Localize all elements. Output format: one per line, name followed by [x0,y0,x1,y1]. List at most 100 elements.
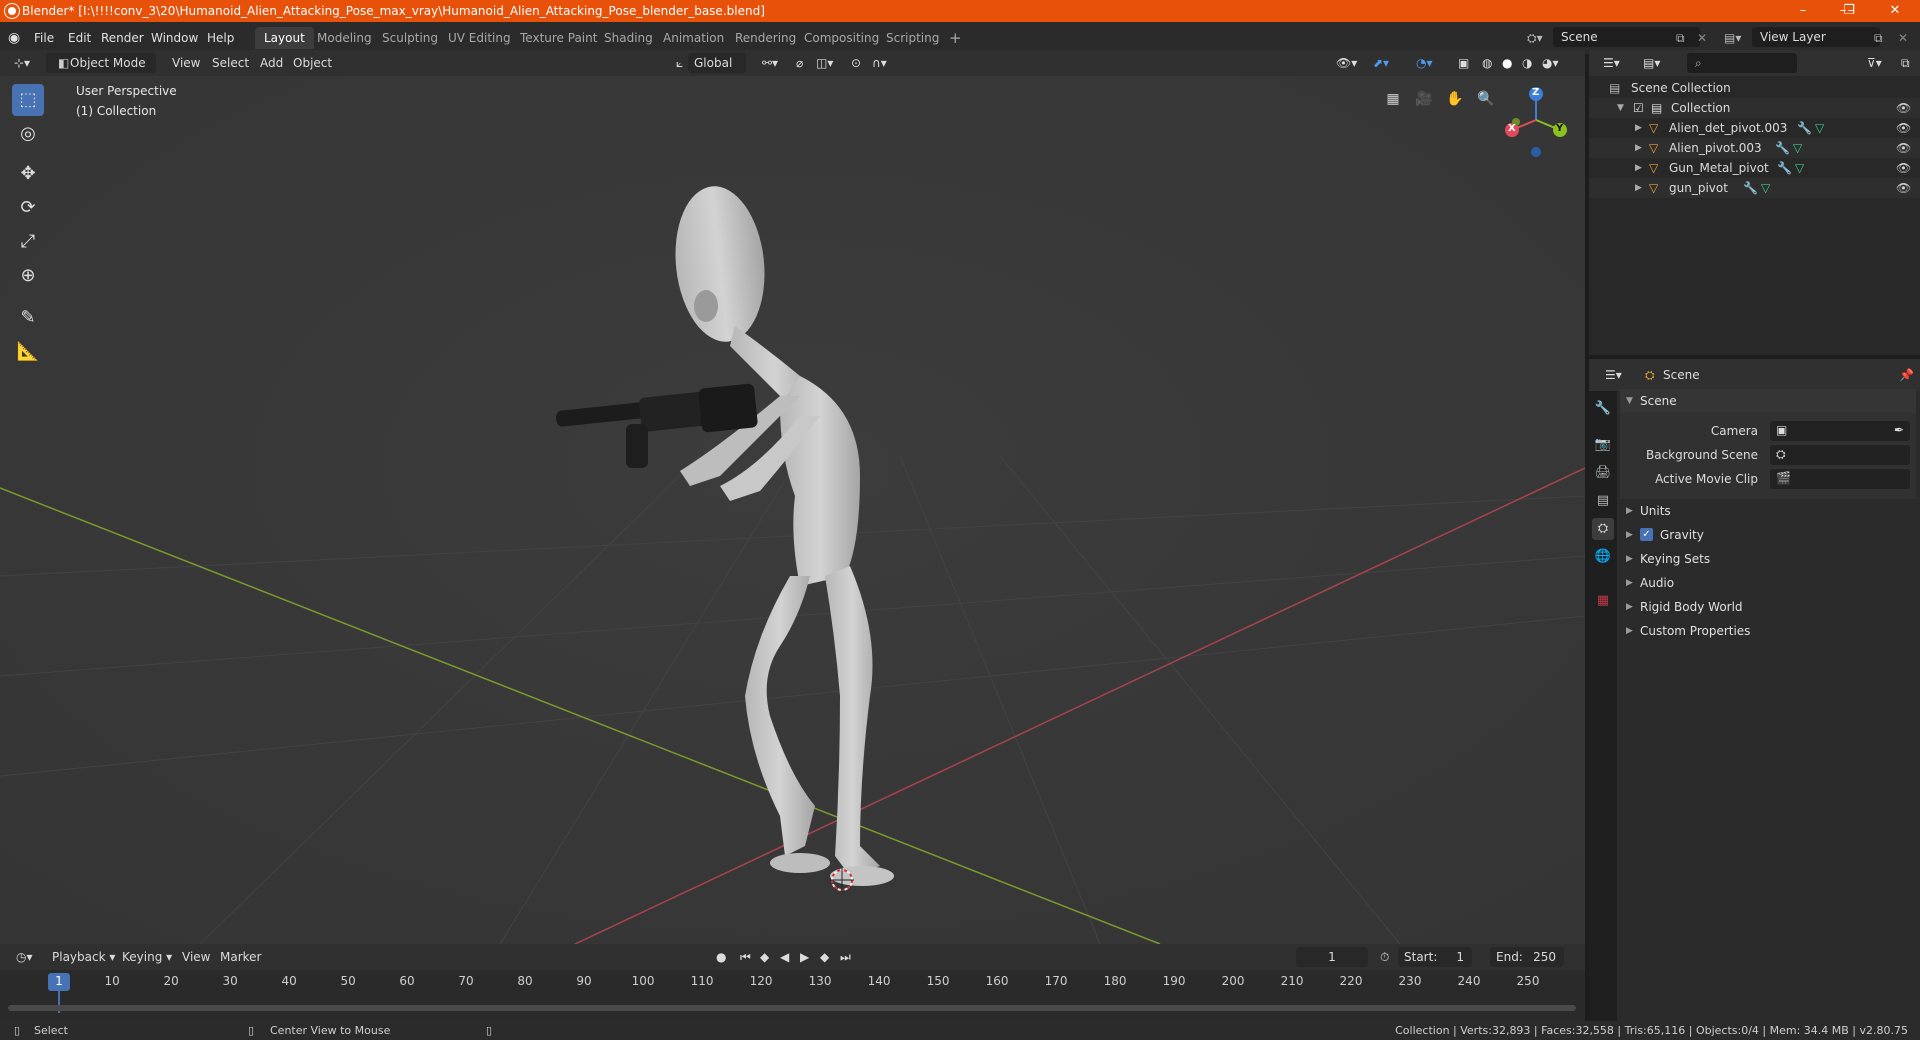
view-layer-tab-icon[interactable]: ▤ [1592,490,1614,512]
delete-scene-icon[interactable]: ✕ [1697,29,1707,47]
falloff-icon[interactable]: ∩▾ [866,53,893,73]
proportional-edit-icon[interactable]: ⊙ [845,53,867,73]
eye-icon[interactable]: 👁 [1896,98,1911,118]
custom-properties-section[interactable]: ▶ Custom Properties [1620,619,1916,643]
timeline-scrollbar[interactable] [8,1005,1576,1011]
prev-keyframe-icon[interactable]: ◆ [754,947,775,967]
tab-shading[interactable]: Shading [595,27,662,49]
delete-view-layer-icon[interactable]: ✕ [1898,29,1908,47]
zoom-icon[interactable]: 🔍 [1473,86,1499,112]
menu-object[interactable]: Object [287,53,338,73]
menu-help[interactable]: Help [207,29,234,47]
visibility-icon[interactable]: 👁▾ [1330,53,1363,73]
outliner-row-object[interactable]: ▶ ▽ Alien_pivot.003 🔧 ▽ 👁 [1589,138,1920,158]
tab-texture-paint[interactable]: Texture Paint [511,27,606,49]
keying-menu[interactable]: Keying ▾ [116,947,178,967]
audio-section[interactable]: ▶ Audio [1620,571,1916,595]
grid-view-icon[interactable]: ▦ [1380,86,1406,112]
tab-scripting[interactable]: Scripting [877,27,948,49]
measure-tool[interactable]: 📐 [12,336,44,368]
maximize-button[interactable]: ❐ [1826,0,1872,22]
expand-arrow-icon[interactable]: ▶ [1635,138,1642,158]
menu-select[interactable]: Select [206,53,255,73]
expand-arrow-icon[interactable]: ▼ [1617,98,1624,118]
pivot-point-icon[interactable]: ⚯▾ [756,53,784,73]
eyedropper-icon[interactable]: ✒ [1894,423,1904,437]
overlay-toggle-icon[interactable]: ◔▾ [1410,53,1439,73]
play-icon[interactable]: ▶ [794,947,815,967]
eye-icon[interactable]: 👁 [1896,158,1911,178]
current-frame-field[interactable]: 1 [1296,947,1368,967]
close-button[interactable]: ✕ [1872,0,1918,22]
render-tab-icon[interactable]: 📷 [1592,434,1614,456]
start-frame-field[interactable]: Start: 1 [1398,947,1472,967]
tab-modeling[interactable]: Modeling [308,27,381,49]
expand-arrow-icon[interactable]: ▶ [1635,118,1642,138]
timeline-editor-icon[interactable]: ◷▾ [10,947,39,967]
scene-selector-icon[interactable]: ⛭▾ [1527,29,1543,47]
gravity-section[interactable]: ▶ ✓ Gravity [1620,523,1916,547]
units-section[interactable]: ▶ Units [1620,499,1916,523]
expand-arrow-icon[interactable]: ▶ [1635,158,1642,178]
new-view-layer-icon[interactable]: ⧉ [1874,29,1883,47]
menu-add[interactable]: Add [254,53,289,73]
playback-menu[interactable]: Playback ▾ [46,947,121,967]
menu-window[interactable]: Window [151,29,198,47]
menu-edit[interactable]: Edit [68,29,91,47]
eye-icon[interactable]: 👁 [1896,138,1911,158]
world-tab-icon[interactable]: 🌐 [1592,546,1614,568]
rotate-tool[interactable]: ⟳ [12,192,44,224]
texture-tab-icon[interactable]: ▦ [1592,590,1614,612]
outliner-row-object[interactable]: ▶ ▽ Alien_det_pivot.003 🔧 ▽ 👁 [1589,118,1920,138]
outliner-row-collection[interactable]: ▼ ☑ ▤ Collection 👁 [1589,98,1920,118]
properties-editor-icon[interactable]: ☰▾ [1599,365,1628,385]
scene-tab-icon[interactable]: ⛭ [1592,518,1614,540]
xray-icon[interactable]: ▣ [1452,53,1475,73]
new-scene-icon[interactable]: ⧉ [1676,29,1685,47]
checkbox-icon[interactable]: ☑ [1633,98,1644,118]
end-frame-field[interactable]: End: 250 [1490,947,1564,967]
select-box-tool[interactable]: ⬚ [12,84,44,116]
view-layer-field[interactable]: View Layer [1752,27,1880,47]
tab-sculpting[interactable]: Sculpting [373,27,447,49]
rigid-body-world-section[interactable]: ▶ Rigid Body World [1620,595,1916,619]
jump-end-icon[interactable]: ⏭ [834,947,857,967]
marker-menu[interactable]: Marker [214,947,267,967]
annotate-tool[interactable]: ✎ [12,302,44,334]
expand-arrow-icon[interactable]: ▶ [1635,178,1642,198]
output-tab-icon[interactable]: 🖨 [1592,462,1614,484]
display-mode-icon[interactable]: ▤▾ [1637,53,1666,73]
outliner-editor-icon[interactable]: ☰▾ [1597,53,1626,73]
background-scene-field[interactable] [1770,445,1910,465]
tab-uv-editing[interactable]: UV Editing [439,27,520,49]
keying-sets-section[interactable]: ▶ Keying Sets [1620,547,1916,571]
play-reverse-icon[interactable]: ◀ [774,947,795,967]
outliner-row-object[interactable]: ▶ ▽ Gun_Metal_pivot 🔧 ▽ 👁 [1589,158,1920,178]
scene-panel-header[interactable]: ▼ Scene [1620,389,1916,413]
stopwatch-icon[interactable]: ⏱ [1374,947,1395,967]
filter-icon[interactable]: ⊽▾ [1861,53,1888,73]
snap-target-icon[interactable]: ◫▾ [810,53,839,73]
eye-icon[interactable]: 👁 [1896,178,1911,198]
view-layer-icon[interactable]: ▤▾ [1724,29,1741,47]
pan-hand-icon[interactable]: ✋ [1442,86,1468,112]
tab-layout[interactable]: Layout [255,27,314,49]
pin-icon[interactable]: 📌 [1893,365,1920,385]
tab-animation[interactable]: Animation [654,27,733,49]
transform-orientation-dropdown[interactable]: Global ▾ [688,53,746,90]
active-movie-clip-field[interactable] [1770,469,1910,489]
outliner-row-scene-collection[interactable]: ▤ Scene Collection [1589,78,1920,98]
gravity-checkbox[interactable]: ✓ [1640,528,1653,541]
menu-render[interactable]: Render [101,29,144,47]
rendered-shading-icon[interactable]: ◕▾ [1536,53,1565,73]
snap-icon[interactable]: ⌀ [790,53,809,73]
new-collection-icon[interactable]: ⧉ [1895,53,1916,73]
camera-field[interactable] [1770,421,1910,441]
record-icon[interactable]: ● [710,947,732,967]
editor-type-icon[interactable]: ⊹▾ [8,53,36,73]
tab-compositing[interactable]: Compositing [795,27,888,49]
move-tool[interactable]: ✥ [12,158,44,190]
minimize-button[interactable]: – [1780,0,1826,22]
cursor-tool[interactable]: ◎ [12,118,44,150]
tab-rendering[interactable]: Rendering [726,27,805,49]
